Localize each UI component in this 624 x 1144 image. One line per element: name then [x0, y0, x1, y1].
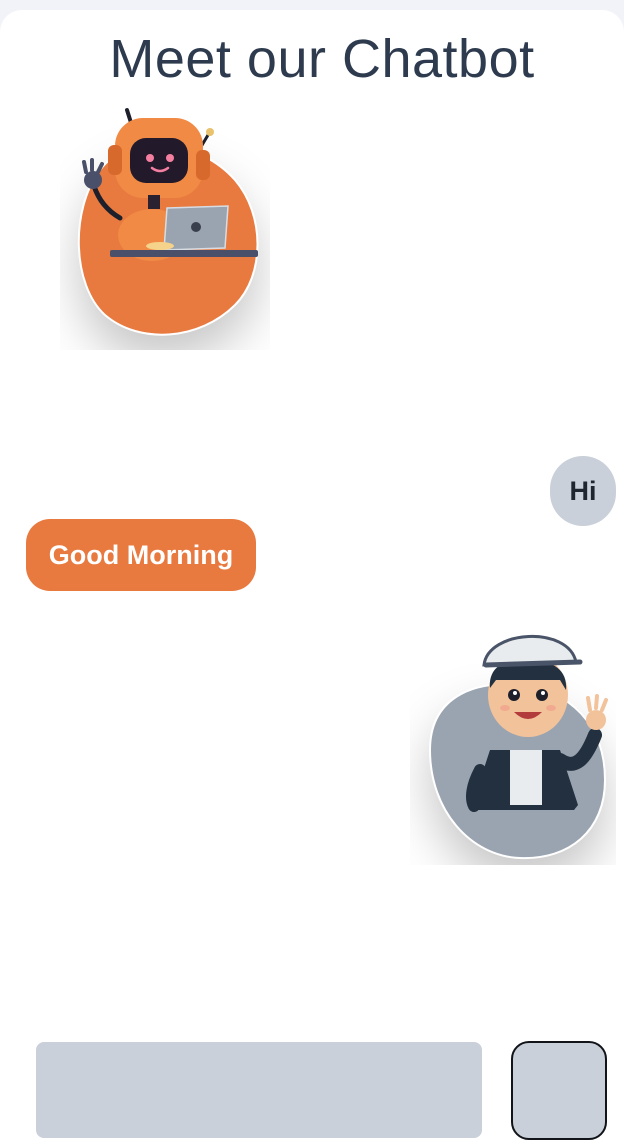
- message-text: Hi: [569, 475, 597, 506]
- robot-with-laptop-icon: [77, 108, 259, 336]
- page-title: Meet our Chatbot: [109, 29, 535, 89]
- boy-waving-icon: [428, 634, 608, 860]
- user-message-bubble: Hi: [550, 456, 616, 526]
- bot-message-bubble: Good Morning: [26, 519, 256, 591]
- user-avatar: [410, 610, 616, 865]
- message-input[interactable]: [36, 1042, 482, 1138]
- message-text: Good Morning: [48, 539, 234, 570]
- bot-avatar: [60, 100, 270, 350]
- send-button[interactable]: [511, 1041, 607, 1140]
